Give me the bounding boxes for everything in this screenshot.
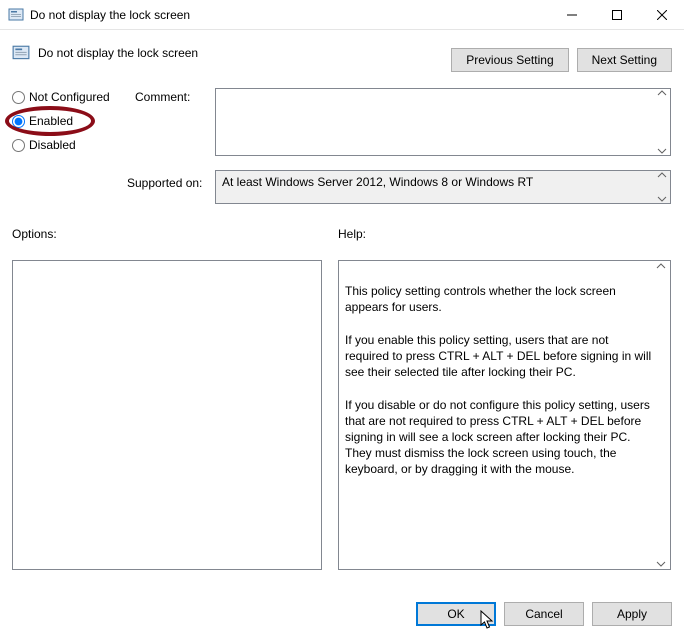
radio-disabled[interactable]: Disabled [12,138,110,152]
nav-buttons: Previous Setting Next Setting [451,48,672,72]
supported-scroll [655,172,669,202]
supported-on-box: At least Windows Server 2012, Windows 8 … [215,170,671,204]
policy-icon [8,7,24,23]
radio-enabled[interactable]: Enabled [12,114,110,128]
apply-button[interactable]: Apply [592,602,672,626]
minimize-button[interactable] [549,0,594,29]
header-title: Do not display the lock screen [38,46,198,60]
options-label: Options: [12,227,57,241]
window-title: Do not display the lock screen [30,8,549,22]
state-radios: Not Configured Enabled Disabled [12,90,110,162]
radio-label: Not Configured [29,90,110,104]
chevron-up-icon [656,263,666,269]
ok-button[interactable]: OK [416,602,496,626]
options-box [12,260,322,570]
policy-icon [12,44,30,62]
radio-not-configured[interactable]: Not Configured [12,90,110,104]
chevron-up-icon [657,90,667,96]
help-box: This policy setting controls whether the… [338,260,671,570]
chevron-down-icon [657,148,667,154]
maximize-button[interactable] [594,0,639,29]
help-scroll [654,263,668,567]
chevron-down-icon [657,196,667,202]
supported-label: Supported on: [127,176,202,190]
radio-label: Disabled [29,138,76,152]
radio-not-configured-input[interactable] [12,91,25,104]
titlebar: Do not display the lock screen [0,0,684,30]
chevron-down-icon [656,561,666,567]
footer-buttons: OK Cancel Apply [416,602,672,626]
help-label: Help: [338,227,366,241]
help-text: This policy setting controls whether the… [345,284,651,476]
radio-disabled-input[interactable] [12,139,25,152]
radio-enabled-input[interactable] [12,115,25,128]
cancel-button[interactable]: Cancel [504,602,584,626]
comment-scroll [655,90,669,154]
previous-setting-button[interactable]: Previous Setting [451,48,568,72]
comment-textarea[interactable] [215,88,671,156]
comment-label: Comment: [135,90,190,104]
radio-label: Enabled [29,114,73,128]
close-button[interactable] [639,0,684,29]
supported-on-value: At least Windows Server 2012, Windows 8 … [222,175,533,189]
next-setting-button[interactable]: Next Setting [577,48,672,72]
chevron-up-icon [657,172,667,178]
